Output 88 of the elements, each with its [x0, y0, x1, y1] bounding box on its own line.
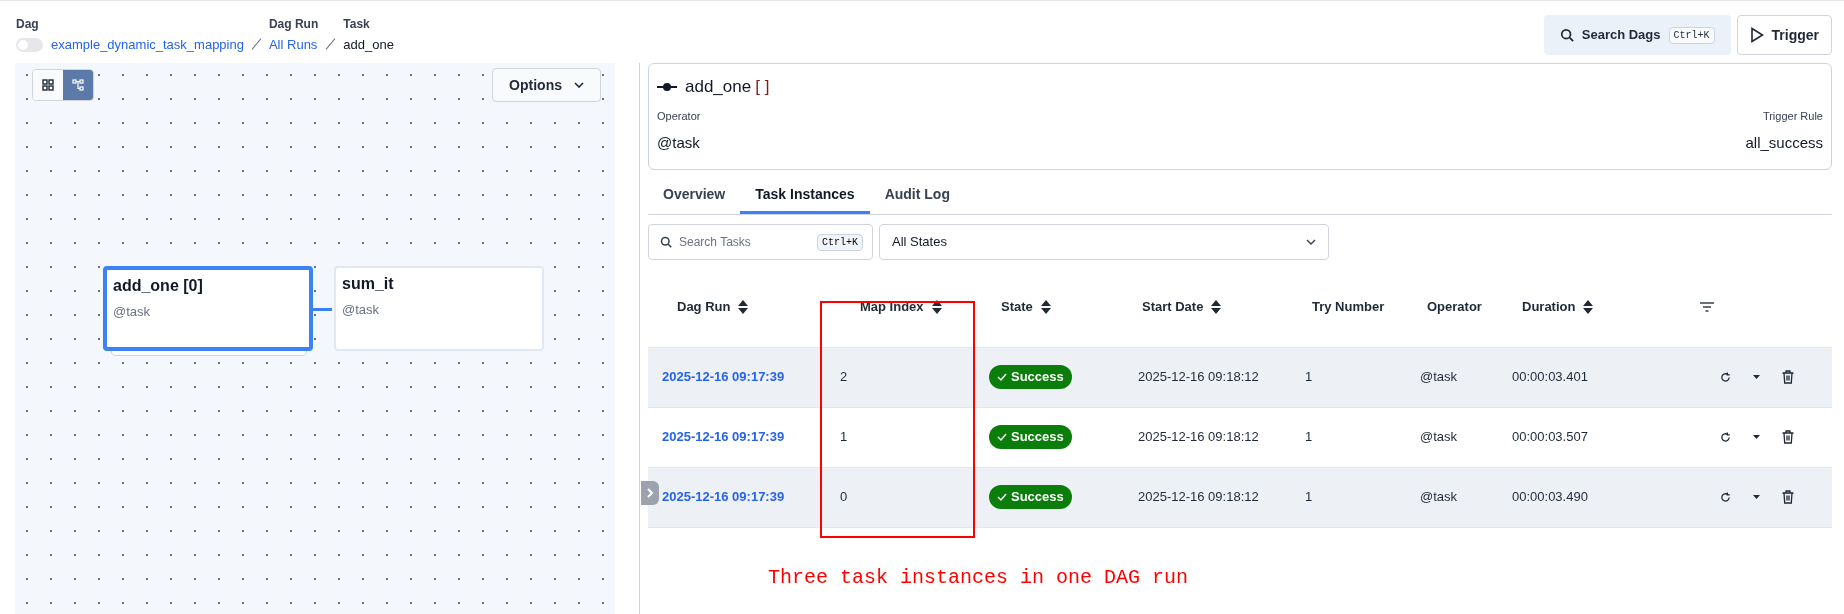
trigger-button[interactable]: Trigger: [1736, 15, 1832, 55]
state-badge: Success: [989, 425, 1072, 449]
view-toggle[interactable]: [33, 70, 63, 100]
table-cell-text: 00:00:03.401: [1511, 368, 1589, 387]
column-header: State: [1001, 298, 1033, 317]
sort-icon[interactable]: [1583, 300, 1594, 314]
table-cell-text: @task: [1419, 488, 1459, 507]
table-cell-text: 2025-12-16 09:18:12: [1137, 368, 1260, 387]
collapse-handle[interactable]: [641, 481, 659, 505]
table-cell-text: 00:00:03.490: [1511, 488, 1589, 507]
breadcrumb-label: Task: [343, 16, 371, 33]
dag-run-link[interactable]: 2025-12-16 09:17:39: [662, 429, 785, 445]
sort-icon[interactable]: [1040, 300, 1051, 314]
column-header: Dag Run: [677, 298, 731, 317]
caret-down-icon[interactable]: [1753, 375, 1760, 379]
task-title: add_one: [685, 76, 752, 98]
table-cell-text: 1: [1304, 488, 1314, 507]
node-subtitle: @task: [342, 301, 381, 319]
table-cell-text: 1: [1304, 428, 1314, 447]
breadcrumb-link[interactable]: example_dynamic_task_mapping: [51, 35, 244, 55]
field-value: @task: [657, 133, 701, 153]
map-marker: [ ]: [755, 76, 770, 98]
chevron-down-icon: [1306, 238, 1316, 245]
table-cell-text: 00:00:03.507: [1511, 428, 1589, 447]
check-icon: [997, 433, 1007, 441]
grid-icon: [42, 79, 54, 91]
field-label: Operator: [657, 108, 701, 124]
refresh-icon[interactable]: [1720, 491, 1731, 503]
table-cell-text: 2025-12-16 09:18:12: [1137, 488, 1260, 507]
search-icon: [1559, 28, 1574, 42]
breadcrumb-label: Dag: [16, 16, 40, 33]
tab[interactable]: Task Instances: [740, 177, 870, 214]
edge-line: [313, 308, 332, 311]
search-button[interactable]: Search Dags Ctrl+K: [1543, 15, 1731, 55]
search-icon: [660, 235, 672, 248]
dag-run-link[interactable]: 2025-12-16 09:17:39: [662, 369, 785, 385]
refresh-icon[interactable]: [1720, 371, 1731, 383]
task-node[interactable]: sum_it @task: [334, 266, 544, 351]
column-header: Start Date: [1142, 298, 1204, 317]
shortcut-key: Ctrl+K: [1668, 26, 1715, 44]
node-subtitle: @task: [113, 303, 152, 321]
node-title: sum_it: [342, 274, 395, 294]
toggle-switch[interactable]: [16, 37, 43, 52]
trash-icon[interactable]: [1782, 430, 1794, 444]
shortcut-key: Ctrl+K: [817, 233, 863, 251]
node-title: add_one [0]: [113, 276, 204, 296]
view-toggle[interactable]: [63, 70, 93, 100]
state-select[interactable]: All States: [879, 223, 1329, 260]
field-value: all_success: [1745, 133, 1823, 153]
task-node[interactable]: add_one [0] @task: [103, 266, 313, 351]
task-node-icon: [657, 81, 677, 92]
table-cell-text: 2: [839, 368, 849, 387]
sort-icon[interactable]: [738, 300, 749, 314]
state-badge: Success: [989, 485, 1072, 509]
chevron-right-icon: [646, 488, 654, 498]
breadcrumb-label: Dag Run: [268, 16, 319, 33]
breadcrumb-current: add_one: [343, 36, 394, 54]
sort-icon[interactable]: [931, 300, 942, 314]
chevron-down-icon: [574, 82, 584, 88]
filter-icon[interactable]: [1700, 302, 1714, 312]
diagram-icon: [72, 79, 84, 91]
column-header: Try Number: [1312, 298, 1385, 317]
caret-down-icon[interactable]: [1753, 495, 1760, 499]
table-cell-text: @task: [1419, 368, 1459, 387]
state-badge: Success: [989, 365, 1072, 389]
field-label: Trigger Rule: [1762, 108, 1823, 124]
play-icon: [1749, 27, 1764, 43]
column-header: Duration: [1522, 298, 1576, 317]
caret-down-icon[interactable]: [1753, 435, 1760, 439]
refresh-icon[interactable]: [1720, 431, 1731, 443]
tab[interactable]: Audit Log: [869, 177, 965, 214]
breadcrumb-link[interactable]: All Runs: [268, 35, 319, 55]
column-header: Operator: [1427, 298, 1482, 317]
column-header: Map Index: [860, 298, 924, 317]
options-button[interactable]: Options: [492, 68, 601, 102]
table-cell-text: 1: [1304, 368, 1314, 387]
sort-icon[interactable]: [1211, 300, 1222, 314]
trash-icon[interactable]: [1782, 370, 1794, 384]
dag-run-link[interactable]: 2025-12-16 09:17:39: [662, 489, 785, 505]
table-cell-text: 2025-12-16 09:18:12: [1137, 428, 1260, 447]
table-cell-text: 1: [839, 428, 849, 447]
check-icon: [997, 373, 1007, 381]
tab[interactable]: Overview: [648, 177, 741, 214]
check-icon: [997, 493, 1007, 501]
table-cell-text: 0: [839, 488, 849, 507]
table-cell-text: @task: [1419, 428, 1459, 447]
annotation-text: Three task instances in one DAG run: [768, 565, 1189, 591]
trash-icon[interactable]: [1782, 490, 1794, 504]
